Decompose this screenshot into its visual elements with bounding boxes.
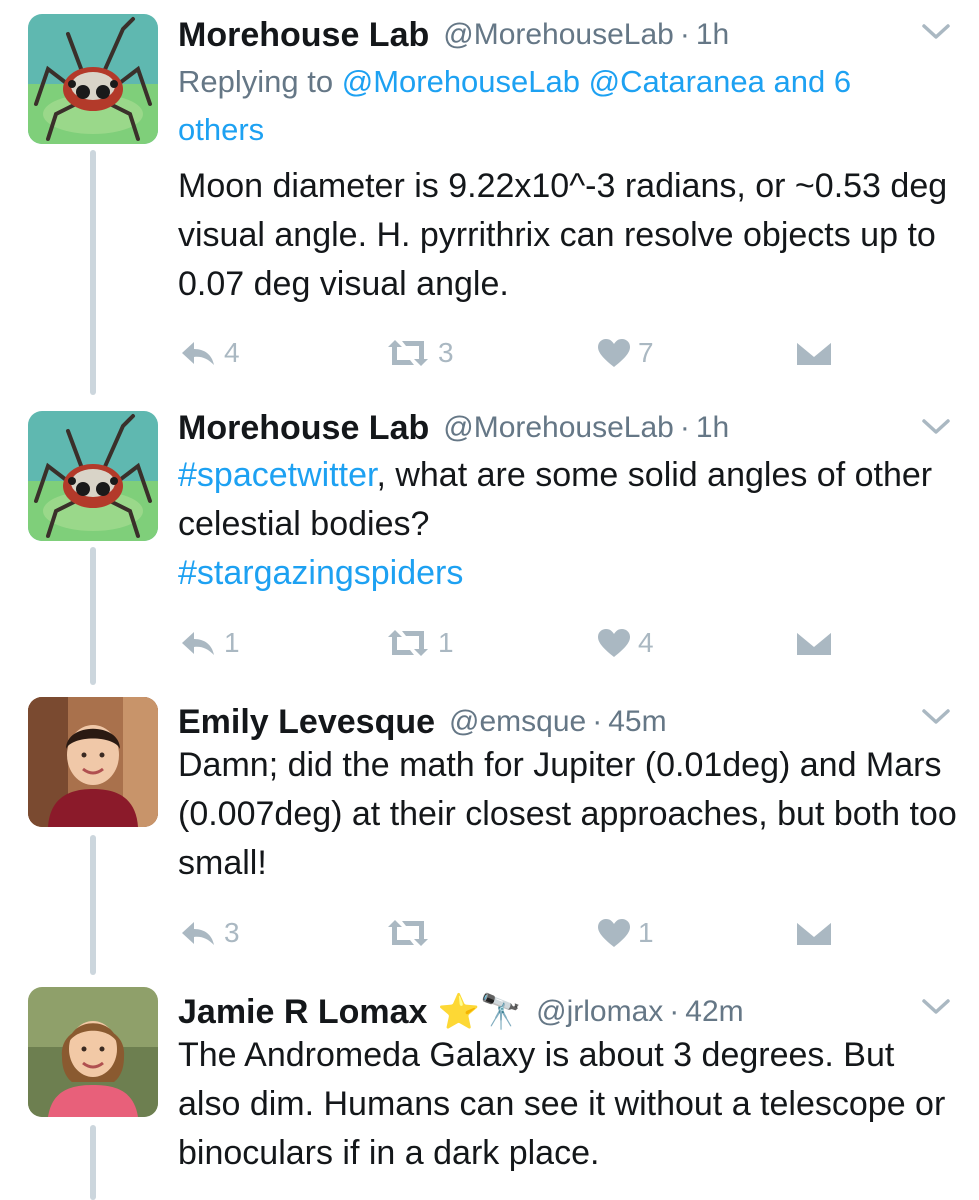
retweet-button[interactable]: 3 bbox=[384, 333, 454, 373]
tweet-4[interactable]: Jamie R Lomax ⭐🔭 @jrlomax · 42m The Andr… bbox=[0, 975, 979, 1200]
retweet-count: 1 bbox=[438, 627, 454, 658]
tweet-actions: 4 3 7 bbox=[178, 333, 938, 373]
tweet-text: Moon diameter is 9.22x10^-3 radians, or … bbox=[178, 167, 948, 303]
tweet-2[interactable]: Morehouse Lab @MorehouseLab · 1h #spacet… bbox=[0, 395, 979, 685]
reply-button[interactable]: 1 bbox=[178, 623, 240, 663]
timestamp[interactable]: 1h bbox=[696, 411, 729, 445]
reply-count: 4 bbox=[224, 337, 240, 368]
retweet-button[interactable]: 1 bbox=[384, 623, 454, 663]
person-avatar[interactable] bbox=[28, 697, 158, 827]
timestamp[interactable]: 45m bbox=[608, 705, 666, 739]
author-name[interactable]: Morehouse Lab bbox=[178, 16, 429, 55]
chevron-down-icon[interactable] bbox=[921, 22, 951, 42]
author-handle[interactable]: @MorehouseLab bbox=[443, 411, 674, 445]
tweet-header: Morehouse Lab @MorehouseLab · 1h bbox=[178, 10, 729, 60]
timestamp[interactable]: 42m bbox=[685, 995, 743, 1029]
reply-icon bbox=[178, 628, 218, 658]
like-icon bbox=[596, 627, 632, 659]
separator: · bbox=[679, 18, 690, 51]
tweet-text: Damn; did the math for Jupiter (0.01deg)… bbox=[178, 746, 957, 882]
chevron-down-icon[interactable] bbox=[921, 997, 951, 1017]
dm-button[interactable] bbox=[794, 623, 834, 663]
thread-line bbox=[90, 835, 96, 975]
separator: · bbox=[669, 995, 680, 1028]
star-telescope-emoji: ⭐🔭 bbox=[437, 993, 523, 1031]
author-name[interactable]: Emily Levesque bbox=[178, 703, 435, 742]
replying-to: Replying to @MorehouseLab @Cataranea and… bbox=[178, 58, 938, 154]
reply-button[interactable]: 3 bbox=[178, 913, 240, 953]
thread-line bbox=[90, 1125, 96, 1200]
author-handle[interactable]: @MorehouseLab bbox=[443, 18, 674, 52]
tweet-actions: 3 1 bbox=[178, 913, 938, 953]
timestamp[interactable]: 1h bbox=[696, 18, 729, 52]
hashtag-link[interactable]: #stargazingspiders bbox=[178, 554, 463, 592]
tweet-actions: 1 1 4 bbox=[178, 623, 938, 663]
author-name[interactable]: Morehouse Lab bbox=[178, 409, 429, 448]
dm-icon bbox=[794, 338, 834, 368]
reply-count: 1 bbox=[224, 627, 240, 658]
retweet-icon bbox=[384, 918, 432, 948]
tweet-header: Jamie R Lomax ⭐🔭 @jrlomax · 42m bbox=[178, 987, 744, 1037]
separator: · bbox=[679, 411, 690, 444]
tweet-header: Morehouse Lab @MorehouseLab · 1h bbox=[178, 403, 729, 453]
spider-avatar[interactable] bbox=[28, 14, 158, 144]
thread-line bbox=[90, 150, 96, 395]
tweet-header: Emily Levesque @emsque · 45m bbox=[178, 697, 667, 747]
separator: · bbox=[592, 705, 603, 738]
reply-button[interactable]: 4 bbox=[178, 333, 240, 373]
like-button[interactable]: 4 bbox=[596, 623, 654, 663]
like-button[interactable]: 7 bbox=[596, 333, 654, 373]
retweet-icon bbox=[384, 628, 432, 658]
dm-button[interactable] bbox=[794, 333, 834, 373]
dm-icon bbox=[794, 628, 834, 658]
author-name[interactable]: Jamie R Lomax bbox=[178, 993, 427, 1032]
spider-avatar[interactable] bbox=[28, 411, 158, 541]
replying-to-mentions[interactable]: @MorehouseLab @Cataranea bbox=[342, 64, 765, 99]
like-icon bbox=[596, 917, 632, 949]
reply-icon bbox=[178, 918, 218, 948]
hashtag-link[interactable]: #spacetwitter bbox=[178, 456, 376, 494]
retweet-icon bbox=[384, 338, 432, 368]
like-icon bbox=[596, 337, 632, 369]
tweet-3[interactable]: Emily Levesque @emsque · 45m Damn; did t… bbox=[0, 685, 979, 975]
reply-count: 3 bbox=[224, 917, 240, 948]
dm-icon bbox=[794, 918, 834, 948]
author-handle[interactable]: @jrlomax bbox=[536, 995, 663, 1029]
like-count: 4 bbox=[638, 627, 654, 658]
like-button[interactable]: 1 bbox=[596, 913, 654, 953]
like-count: 1 bbox=[638, 917, 654, 948]
chevron-down-icon[interactable] bbox=[921, 707, 951, 727]
replying-to-label: Replying to bbox=[178, 64, 334, 99]
tweet-text: #spacetwitter, what are some solid angle… bbox=[178, 451, 958, 598]
retweet-count: 3 bbox=[438, 337, 454, 368]
retweet-button[interactable] bbox=[384, 913, 438, 953]
chevron-down-icon[interactable] bbox=[921, 417, 951, 437]
like-count: 7 bbox=[638, 337, 654, 368]
thread-line bbox=[90, 547, 96, 685]
tweet-1[interactable]: Morehouse Lab @MorehouseLab · 1h Replyin… bbox=[0, 0, 979, 395]
reply-icon bbox=[178, 338, 218, 368]
tweet-text: The Andromeda Galaxy is about 3 degrees.… bbox=[178, 1036, 946, 1172]
author-handle[interactable]: @emsque bbox=[449, 705, 586, 739]
person-avatar[interactable] bbox=[28, 987, 158, 1117]
dm-button[interactable] bbox=[794, 913, 834, 953]
